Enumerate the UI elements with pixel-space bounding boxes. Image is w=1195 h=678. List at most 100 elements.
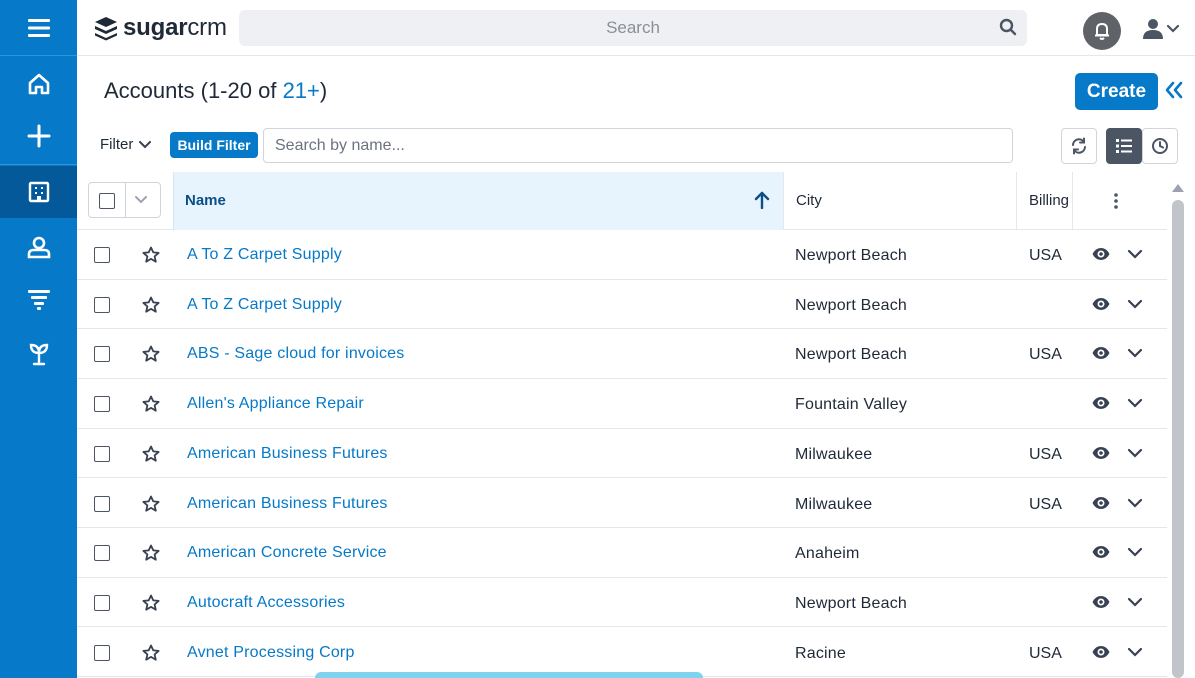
chevron-down-icon: [1166, 24, 1180, 33]
row-checkbox[interactable]: [94, 396, 110, 413]
history-button[interactable]: [1142, 128, 1178, 164]
menu-icon[interactable]: [0, 0, 77, 56]
building-icon[interactable]: [0, 166, 77, 218]
row-checkbox[interactable]: [94, 247, 110, 263]
table-row[interactable]: American Concrete Service Anaheim: [77, 528, 1167, 578]
table-row[interactable]: Allen's Appliance Repair Fountain Valley: [77, 379, 1167, 429]
global-search-input[interactable]: [239, 10, 1027, 46]
favorite-star-icon[interactable]: [142, 395, 160, 418]
row-actions-chevron-icon[interactable]: [1127, 594, 1143, 615]
preview-eye-icon[interactable]: [1092, 446, 1110, 465]
sugarcrm-logo[interactable]: sugarcrm: [93, 13, 227, 43]
favorite-star-icon[interactable]: [142, 296, 160, 319]
preview-eye-icon[interactable]: [1092, 645, 1110, 664]
preview-eye-icon[interactable]: [1092, 545, 1110, 564]
notifications-button[interactable]: [1083, 12, 1121, 50]
home-icon[interactable]: [0, 58, 77, 110]
user-icon: [1143, 19, 1163, 39]
account-name-link[interactable]: American Business Futures: [187, 495, 388, 513]
preview-eye-icon[interactable]: [1092, 496, 1110, 515]
chevron-down-icon: [139, 140, 152, 148]
sidebar-divider: [0, 164, 77, 165]
contact-icon[interactable]: [0, 221, 77, 273]
scroll-up-arrow[interactable]: [1171, 180, 1185, 198]
favorite-star-icon[interactable]: [142, 544, 160, 567]
billing-country-cell: USA: [1029, 644, 1062, 662]
row-checkbox[interactable]: [94, 545, 110, 562]
bottom-drawer-handle[interactable]: [315, 672, 703, 678]
column-header-city[interactable]: City: [783, 172, 1017, 230]
row-actions-chevron-icon[interactable]: [1127, 246, 1143, 267]
city-cell: Newport Beach: [795, 247, 907, 264]
row-checkbox[interactable]: [94, 445, 110, 462]
plus-icon[interactable]: [0, 110, 77, 162]
row-actions-chevron-icon[interactable]: [1127, 495, 1143, 516]
account-name-link[interactable]: A To Z Carpet Supply: [187, 296, 342, 314]
create-button[interactable]: Create: [1075, 73, 1158, 110]
refresh-button[interactable]: [1061, 128, 1097, 164]
table-row[interactable]: American Business Futures Milwaukee USA: [77, 479, 1167, 529]
preview-eye-icon[interactable]: [1092, 346, 1110, 365]
row-checkbox[interactable]: [94, 495, 110, 512]
row-actions-chevron-icon[interactable]: [1127, 296, 1143, 317]
table-row[interactable]: American Business Futures Milwaukee USA: [77, 429, 1167, 479]
column-header-billing[interactable]: Billing: [1017, 172, 1073, 230]
column-header-name[interactable]: Name: [173, 172, 783, 230]
column-options-icon[interactable]: [1113, 192, 1119, 215]
table-row[interactable]: ABS - Sage cloud for invoices Newport Be…: [77, 329, 1167, 379]
row-actions-chevron-icon[interactable]: [1127, 395, 1143, 416]
city-cell: Newport Beach: [795, 594, 907, 612]
user-menu-button[interactable]: [1142, 18, 1180, 40]
account-name-link[interactable]: Autocraft Accessories: [187, 594, 345, 612]
sidebar: [0, 0, 77, 678]
row-checkbox[interactable]: [94, 594, 110, 611]
table-row[interactable]: A To Z Carpet Supply Newport Beach: [77, 280, 1167, 330]
favorite-star-icon[interactable]: [142, 345, 160, 368]
account-name-link[interactable]: ABS - Sage cloud for invoices: [187, 345, 404, 363]
account-name-link[interactable]: American Business Futures: [187, 445, 388, 463]
row-actions-chevron-icon[interactable]: [1127, 544, 1143, 565]
table-row[interactable]: Avnet Processing Corp Racine USA: [77, 628, 1167, 678]
billing-country-cell: USA: [1029, 495, 1062, 513]
favorite-star-icon[interactable]: [142, 495, 160, 518]
build-filter-button[interactable]: Build Filter: [170, 132, 258, 158]
favorite-star-icon[interactable]: [142, 594, 160, 617]
city-cell: Milwaukee: [795, 495, 873, 513]
record-count-link[interactable]: 21+: [283, 78, 320, 103]
row-actions-chevron-icon[interactable]: [1127, 644, 1143, 665]
account-name-link[interactable]: American Concrete Service: [187, 544, 387, 562]
search-icon[interactable]: [999, 18, 1017, 41]
account-name-link[interactable]: Allen's Appliance Repair: [187, 395, 364, 413]
select-all-checkbox[interactable]: [99, 193, 115, 209]
collapse-panel-icon[interactable]: [1164, 80, 1184, 105]
preview-eye-icon[interactable]: [1092, 297, 1110, 316]
row-checkbox[interactable]: [94, 644, 110, 661]
preview-eye-icon[interactable]: [1092, 396, 1110, 415]
row-actions-chevron-icon[interactable]: [1127, 445, 1143, 466]
city-cell: Newport Beach: [795, 296, 907, 314]
preview-eye-icon[interactable]: [1092, 247, 1110, 266]
account-name-link[interactable]: Avnet Processing Corp: [187, 644, 355, 662]
search-by-name-input[interactable]: [263, 128, 1013, 163]
scrollbar-thumb[interactable]: [1172, 200, 1184, 678]
filter-dropdown[interactable]: Filter: [100, 136, 152, 153]
table-row[interactable]: A To Z Carpet Supply Newport Beach USA: [77, 230, 1167, 280]
module-name: Accounts: [104, 78, 195, 103]
favorite-star-icon[interactable]: [142, 445, 160, 468]
preview-eye-icon[interactable]: [1092, 595, 1110, 614]
funnel-icon[interactable]: [0, 273, 77, 325]
table-row[interactable]: Autocraft Accessories Newport Beach: [77, 578, 1167, 628]
row-checkbox[interactable]: [94, 346, 110, 363]
chevron-down-icon: [135, 196, 147, 204]
refresh-icon: [1072, 137, 1086, 155]
top-bar: sugarcrm: [77, 0, 1195, 56]
sprout-icon[interactable]: [0, 328, 77, 380]
row-checkbox[interactable]: [94, 296, 110, 313]
list-view-button[interactable]: [1106, 128, 1142, 164]
favorite-star-icon[interactable]: [142, 644, 160, 667]
account-name-link[interactable]: A To Z Carpet Supply: [187, 246, 342, 264]
billing-country-cell: USA: [1029, 445, 1062, 463]
row-actions-chevron-icon[interactable]: [1127, 345, 1143, 366]
mass-actions-dropdown[interactable]: [134, 193, 148, 212]
favorite-star-icon[interactable]: [142, 246, 160, 269]
